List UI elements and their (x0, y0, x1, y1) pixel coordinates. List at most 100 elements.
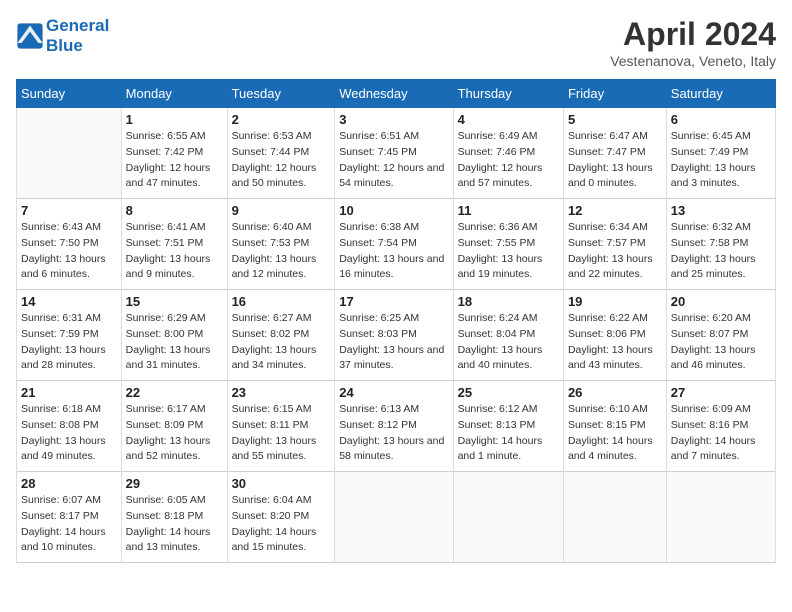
weekday-header: Friday (563, 80, 666, 108)
calendar-cell: 5Sunrise: 6:47 AMSunset: 7:47 PMDaylight… (563, 108, 666, 199)
calendar-cell: 28Sunrise: 6:07 AMSunset: 8:17 PMDayligh… (17, 472, 122, 563)
day-number: 26 (568, 385, 662, 400)
day-info: Sunrise: 6:51 AMSunset: 7:45 PMDaylight:… (339, 129, 448, 192)
calendar-cell: 18 Sunrise: 6:24 AMSunset: 8:04 PMDayligh… (453, 290, 563, 381)
day-info: Sunrise: 6:43 AMSunset: 7:50 PMDaylight:… (21, 220, 117, 283)
month-title: April 2024 (610, 16, 776, 53)
day-info: Sunrise: 6:41 AMSunset: 7:51 PMDaylight:… (126, 220, 223, 283)
day-number: 27 (671, 385, 771, 400)
calendar-cell: 27 Sunrise: 6:09 AMSunset: 8:16 PMDayligh… (666, 381, 775, 472)
day-info: Sunrise: 6:15 AMSunset: 8:11 PMDaylight:… (232, 402, 331, 465)
calendar-cell: 30 Sunrise: 6:04 AMSunset: 8:20 PMDayligh… (227, 472, 335, 563)
calendar-cell: 14 Sunrise: 6:31 AMSunset: 7:59 PMDayligh… (17, 290, 122, 381)
day-number: 16 (232, 294, 331, 309)
day-number: 12 (568, 203, 662, 218)
day-number: 20 (671, 294, 771, 309)
calendar-cell (666, 472, 775, 563)
day-info: Sunrise: 6:12 AMSunset: 8:13 PMDaylight:… (458, 402, 559, 465)
day-info: Sunrise: 6:32 AMSunset: 7:58 PMDaylight:… (671, 220, 771, 283)
day-info: Sunrise: 6:47 AMSunset: 7:47 PMDaylight:… (568, 129, 662, 192)
day-number: 14 (21, 294, 117, 309)
calendar-cell: 10 Sunrise: 6:38 AMSunset: 7:54 PMDayligh… (335, 199, 453, 290)
day-number: 24 (339, 385, 448, 400)
location: Vestenanova, Veneto, Italy (610, 53, 776, 69)
day-number: 3 (339, 112, 448, 127)
calendar-header-row: SundayMondayTuesdayWednesdayThursdayFrid… (17, 80, 776, 108)
calendar-cell (335, 472, 453, 563)
day-info: Sunrise: 6:31 AMSunset: 7:59 PMDaylight:… (21, 311, 117, 374)
calendar-cell (453, 472, 563, 563)
calendar-cell (17, 108, 122, 199)
day-number: 11 (458, 203, 559, 218)
calendar-cell: 22Sunrise: 6:17 AMSunset: 8:09 PMDayligh… (121, 381, 227, 472)
calendar-cell: 29 Sunrise: 6:05 AMSunset: 8:18 PMDayligh… (121, 472, 227, 563)
weekday-header: Wednesday (335, 80, 453, 108)
day-number: 30 (232, 476, 331, 491)
calendar-table: SundayMondayTuesdayWednesdayThursdayFrid… (16, 79, 776, 563)
day-number: 9 (232, 203, 331, 218)
calendar-cell: 15Sunrise: 6:29 AMSunset: 8:00 PMDayligh… (121, 290, 227, 381)
logo-text-blue: Blue (46, 36, 109, 56)
day-number: 7 (21, 203, 117, 218)
title-block: April 2024 Vestenanova, Veneto, Italy (610, 16, 776, 69)
day-info: Sunrise: 6:45 AMSunset: 7:49 PMDaylight:… (671, 129, 771, 192)
day-info: Sunrise: 6:25 AMSunset: 8:03 PMDaylight:… (339, 311, 448, 374)
day-number: 2 (232, 112, 331, 127)
calendar-cell: 11 Sunrise: 6:36 AMSunset: 7:55 PMDayligh… (453, 199, 563, 290)
weekday-header: Saturday (666, 80, 775, 108)
day-number: 21 (21, 385, 117, 400)
calendar-cell: 24Sunrise: 6:13 AMSunset: 8:12 PMDayligh… (335, 381, 453, 472)
calendar-week-row: 28Sunrise: 6:07 AMSunset: 8:17 PMDayligh… (17, 472, 776, 563)
day-number: 19 (568, 294, 662, 309)
day-number: 13 (671, 203, 771, 218)
day-info: Sunrise: 6:29 AMSunset: 8:00 PMDaylight:… (126, 311, 223, 374)
weekday-header: Tuesday (227, 80, 335, 108)
calendar-body: 1Sunrise: 6:55 AMSunset: 7:42 PMDaylight… (17, 108, 776, 563)
day-info: Sunrise: 6:22 AMSunset: 8:06 PMDaylight:… (568, 311, 662, 374)
day-number: 22 (126, 385, 223, 400)
day-number: 8 (126, 203, 223, 218)
calendar-week-row: 7 Sunrise: 6:43 AMSunset: 7:50 PMDaylight… (17, 199, 776, 290)
calendar-cell: 12 Sunrise: 6:34 AMSunset: 7:57 PMDayligh… (563, 199, 666, 290)
calendar-cell: 7 Sunrise: 6:43 AMSunset: 7:50 PMDaylight… (17, 199, 122, 290)
day-info: Sunrise: 6:05 AMSunset: 8:18 PMDaylight:… (126, 493, 223, 556)
weekday-header: Sunday (17, 80, 122, 108)
day-info: Sunrise: 6:55 AMSunset: 7:42 PMDaylight:… (126, 129, 223, 192)
calendar-cell: 16Sunrise: 6:27 AMSunset: 8:02 PMDayligh… (227, 290, 335, 381)
day-info: Sunrise: 6:10 AMSunset: 8:15 PMDaylight:… (568, 402, 662, 465)
calendar-cell (563, 472, 666, 563)
logo: General Blue (16, 16, 109, 55)
calendar-cell: 8 Sunrise: 6:41 AMSunset: 7:51 PMDaylight… (121, 199, 227, 290)
day-info: Sunrise: 6:04 AMSunset: 8:20 PMDaylight:… (232, 493, 331, 556)
day-number: 6 (671, 112, 771, 127)
day-number: 17 (339, 294, 448, 309)
calendar-cell: 25Sunrise: 6:12 AMSunset: 8:13 PMDayligh… (453, 381, 563, 472)
day-info: Sunrise: 6:40 AMSunset: 7:53 PMDaylight:… (232, 220, 331, 283)
calendar-cell: 2 Sunrise: 6:53 AMSunset: 7:44 PMDaylight… (227, 108, 335, 199)
calendar-week-row: 1Sunrise: 6:55 AMSunset: 7:42 PMDaylight… (17, 108, 776, 199)
day-info: Sunrise: 6:20 AMSunset: 8:07 PMDaylight:… (671, 311, 771, 374)
calendar-cell: 21 Sunrise: 6:18 AMSunset: 8:08 PMDayligh… (17, 381, 122, 472)
day-info: Sunrise: 6:53 AMSunset: 7:44 PMDaylight:… (232, 129, 331, 192)
day-info: Sunrise: 6:18 AMSunset: 8:08 PMDaylight:… (21, 402, 117, 465)
calendar-cell: 4Sunrise: 6:49 AMSunset: 7:46 PMDaylight… (453, 108, 563, 199)
day-number: 28 (21, 476, 117, 491)
day-number: 10 (339, 203, 448, 218)
calendar-week-row: 21 Sunrise: 6:18 AMSunset: 8:08 PMDayligh… (17, 381, 776, 472)
calendar-cell: 20 Sunrise: 6:20 AMSunset: 8:07 PMDayligh… (666, 290, 775, 381)
day-info: Sunrise: 6:36 AMSunset: 7:55 PMDaylight:… (458, 220, 559, 283)
calendar-cell: 1Sunrise: 6:55 AMSunset: 7:42 PMDaylight… (121, 108, 227, 199)
day-number: 4 (458, 112, 559, 127)
day-info: Sunrise: 6:09 AMSunset: 8:16 PMDaylight:… (671, 402, 771, 465)
day-info: Sunrise: 6:34 AMSunset: 7:57 PMDaylight:… (568, 220, 662, 283)
calendar-cell: 19 Sunrise: 6:22 AMSunset: 8:06 PMDayligh… (563, 290, 666, 381)
day-number: 18 (458, 294, 559, 309)
day-number: 23 (232, 385, 331, 400)
day-info: Sunrise: 6:24 AMSunset: 8:04 PMDaylight:… (458, 311, 559, 374)
weekday-header: Thursday (453, 80, 563, 108)
day-info: Sunrise: 6:38 AMSunset: 7:54 PMDaylight:… (339, 220, 448, 283)
day-number: 29 (126, 476, 223, 491)
calendar-cell: 13 Sunrise: 6:32 AMSunset: 7:58 PMDayligh… (666, 199, 775, 290)
calendar-cell: 9 Sunrise: 6:40 AMSunset: 7:53 PMDaylight… (227, 199, 335, 290)
logo-text-general: General (46, 16, 109, 36)
